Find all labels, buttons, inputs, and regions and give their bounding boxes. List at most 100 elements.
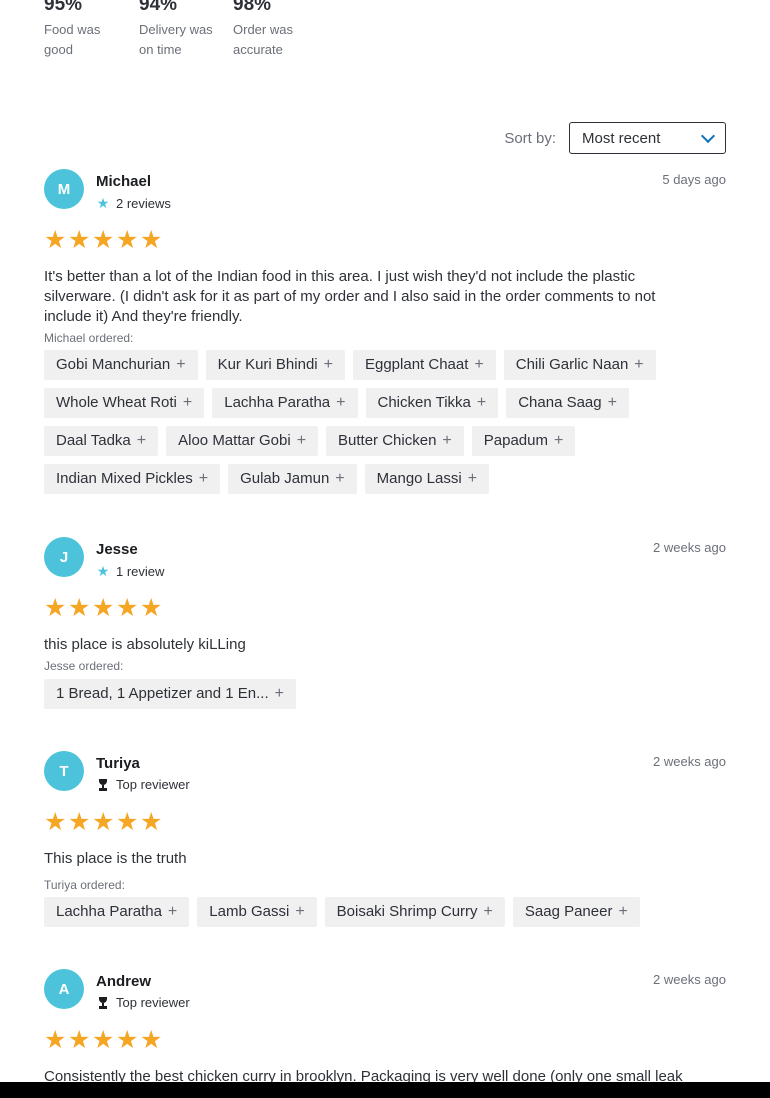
ordered-items: 1 Bread, 1 Appetizer and 1 En... + xyxy=(44,679,696,717)
rating-star-icon: ★ xyxy=(44,1026,67,1054)
review-text: It's better than a lot of the Indian foo… xyxy=(44,268,656,325)
ordered-item-label: Lachha Paratha xyxy=(56,903,162,920)
star-rating: ★ ★ ★ ★ ★ xyxy=(44,807,164,837)
rating-star-icon: ★ xyxy=(44,226,67,254)
ordered-item-label: Gobi Manchurian xyxy=(56,356,171,373)
ordered-item-chip[interactable]: Chili Garlic Naan + xyxy=(503,350,656,380)
rating-star-icon: ★ xyxy=(140,226,163,254)
star-icon: ★ xyxy=(96,195,110,211)
plus-icon: + xyxy=(553,432,564,449)
ordered-item-chip[interactable]: Daal Tadka + xyxy=(44,426,159,456)
plus-icon: + xyxy=(618,903,628,920)
ordered-item-chip[interactable]: Chana Saag + xyxy=(506,388,629,418)
rating-star-icon: ★ xyxy=(92,594,115,622)
rating-accuracy: 98% Order was accurate xyxy=(233,0,323,60)
reviewer-name[interactable]: Turiya xyxy=(96,755,140,772)
ordered-item-chip[interactable]: Eggplant Chaat + xyxy=(352,350,496,380)
avatar: M xyxy=(44,169,84,209)
plus-icon: + xyxy=(483,903,493,920)
reviewer-name[interactable]: Andrew xyxy=(96,973,151,990)
ordered-item-chip[interactable]: Aloo Mattar Gobi + xyxy=(166,426,319,456)
ordered-item-label: Chicken Tikka xyxy=(377,394,471,411)
ordered-item-chip[interactable]: Chicken Tikka + xyxy=(365,388,499,418)
rating-star-icon: ★ xyxy=(44,808,67,836)
rating-star-icon: ★ xyxy=(140,1026,163,1054)
plus-icon: + xyxy=(295,903,305,920)
trophy-icon xyxy=(96,996,110,1009)
plus-icon: + xyxy=(467,470,478,487)
ordered-item-chip[interactable]: Lachha Paratha + xyxy=(212,388,358,418)
sort-dropdown[interactable]: Most recent xyxy=(569,122,726,154)
chevron-down-icon xyxy=(700,128,716,143)
ordered-item-chip[interactable]: Mango Lassi + xyxy=(364,464,490,494)
reviewer-meta: ★ 2 reviews xyxy=(96,195,171,212)
reviewer-meta: Top reviewer xyxy=(96,995,190,1010)
bottom-bar xyxy=(0,1082,770,1098)
reviewer-meta-text: Top reviewer xyxy=(116,777,190,792)
rating-star-icon: ★ xyxy=(68,226,91,254)
rating-star-icon: ★ xyxy=(116,1026,139,1054)
ordered-item-label: Gulab Jamun xyxy=(240,470,330,487)
ordered-item-label: Chana Saag xyxy=(518,394,602,411)
ordered-items: Lachha Paratha + Lamb Gassi + Boisaki Shrimp… xyxy=(44,897,696,935)
ordered-item-chip[interactable]: Gulab Jamun + xyxy=(228,464,357,494)
ordered-item-label: Lachha Paratha xyxy=(224,394,331,411)
ordered-item-chip[interactable]: Indian Mixed Pickles + xyxy=(44,464,221,494)
ordered-item-chip[interactable]: Lamb Gassi + xyxy=(197,897,317,927)
reviewer-name[interactable]: Michael xyxy=(96,173,151,190)
rating-star-icon: ★ xyxy=(68,594,91,622)
ordered-label: Jesse ordered: xyxy=(44,659,124,673)
ordered-items: Gobi Manchurian + Kur Kuri Bhindi + Eggplant… xyxy=(44,350,696,502)
ordered-item-chip[interactable]: 1 Bread, 1 Appetizer and 1 En... + xyxy=(44,679,296,709)
ordered-item-chip[interactable]: Kur Kuri Bhindi + xyxy=(205,350,345,380)
star-rating: ★ ★ ★ ★ ★ xyxy=(44,225,164,255)
plus-icon: + xyxy=(176,356,186,373)
plus-icon: + xyxy=(607,394,617,411)
rating-food: 95% Food was good xyxy=(44,0,139,60)
reviewer-meta-text: 1 review xyxy=(116,564,165,579)
rating-label: Order was accurate xyxy=(233,22,293,57)
rating-star-icon: ★ xyxy=(140,808,163,836)
review-date: 2 weeks ago xyxy=(653,754,726,769)
rating-star-icon: ★ xyxy=(116,594,139,622)
ordered-item-label: Daal Tadka xyxy=(56,432,131,449)
ordered-item-label: Kur Kuri Bhindi xyxy=(217,356,318,373)
star-rating: ★ ★ ★ ★ ★ xyxy=(44,1025,164,1055)
ordered-label: Michael ordered: xyxy=(44,331,134,345)
ordered-item-chip[interactable]: Boisaki Shrimp Curry + xyxy=(324,897,505,927)
plus-icon: + xyxy=(274,685,284,702)
sort-value: Most recent xyxy=(582,129,661,147)
plus-icon: + xyxy=(634,356,644,373)
plus-icon: + xyxy=(476,394,487,411)
avatar: T xyxy=(44,751,84,791)
ordered-item-chip[interactable]: Whole Wheat Roti + xyxy=(44,388,205,418)
review-text: This place is the truth xyxy=(44,850,187,867)
rating-star-icon: ★ xyxy=(92,808,115,836)
ordered-item-label: Aloo Mattar Gobi xyxy=(178,432,291,449)
trophy-icon xyxy=(96,778,110,791)
plus-icon: + xyxy=(182,394,193,411)
sort-control: Sort by: Most recent xyxy=(504,122,726,154)
reviewer-name[interactable]: Jesse xyxy=(96,541,138,558)
review-date: 2 weeks ago xyxy=(653,540,726,555)
plus-icon: + xyxy=(474,356,484,373)
ordered-item-label: Lamb Gassi xyxy=(209,903,290,920)
ordered-item-chip[interactable]: Lachha Paratha + xyxy=(44,897,190,927)
ordered-item-label: Saag Paneer xyxy=(524,903,613,920)
ordered-item-chip[interactable]: Gobi Manchurian + xyxy=(44,350,198,380)
rating-percent: 98% xyxy=(233,0,272,15)
plus-icon: + xyxy=(335,470,345,487)
rating-percent: 94% xyxy=(139,0,178,15)
ordered-item-chip[interactable]: Butter Chicken + xyxy=(326,426,464,456)
ordered-item-chip[interactable]: Papadum + xyxy=(471,426,576,456)
rating-star-icon: ★ xyxy=(116,226,139,254)
ordered-item-label: Butter Chicken xyxy=(338,432,437,449)
ordered-item-label: Mango Lassi xyxy=(376,470,462,487)
rating-percent: 95% xyxy=(44,0,83,15)
sort-label: Sort by: xyxy=(504,129,556,147)
reviewer-meta: Top reviewer xyxy=(96,777,190,792)
rating-star-icon: ★ xyxy=(44,594,67,622)
ordered-item-chip[interactable]: Saag Paneer + xyxy=(512,897,640,927)
ordered-item-label: Chili Garlic Naan xyxy=(515,356,629,373)
reviewer-meta-text: Top reviewer xyxy=(116,995,190,1010)
